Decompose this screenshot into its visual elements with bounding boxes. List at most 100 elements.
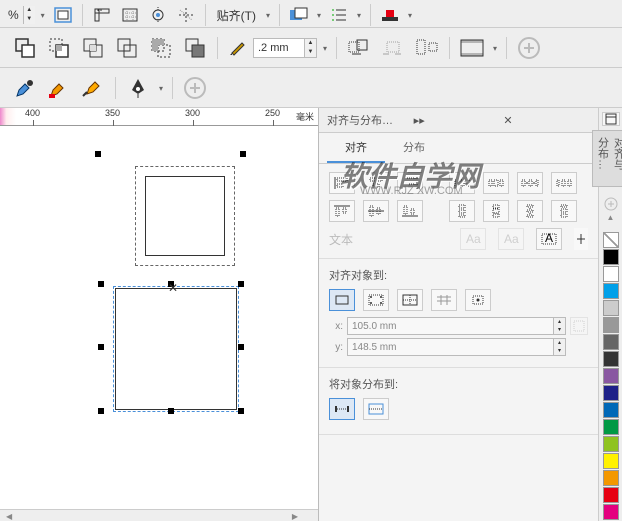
y-coordinate-input[interactable] bbox=[348, 339, 553, 355]
color-swatch[interactable] bbox=[603, 402, 619, 418]
horizontal-scrollbar[interactable]: ◀▶ bbox=[0, 509, 318, 521]
dynamic-guides-icon[interactable] bbox=[174, 3, 198, 27]
align-distribute-icon[interactable] bbox=[412, 33, 442, 63]
pen-dropdown[interactable]: ▾ bbox=[157, 81, 165, 95]
outline-pen-icon[interactable] bbox=[225, 36, 249, 60]
attributes-eyedropper-icon[interactable] bbox=[78, 73, 108, 103]
selection-handle[interactable] bbox=[168, 408, 174, 414]
color-swatch[interactable] bbox=[603, 470, 619, 486]
tab-distribute[interactable]: 分布 bbox=[385, 133, 443, 163]
checklist-dropdown[interactable]: ▾ bbox=[355, 8, 363, 22]
tab-align[interactable]: 对齐 bbox=[327, 133, 385, 163]
align-center-v-button[interactable] bbox=[363, 200, 389, 222]
selection-handle[interactable] bbox=[95, 151, 101, 157]
distribute-to-selection-button[interactable] bbox=[329, 398, 355, 420]
rulers-icon[interactable] bbox=[90, 3, 114, 27]
distribute-center-v-button[interactable] bbox=[483, 200, 509, 222]
close-panel-button[interactable]: ✕ bbox=[500, 114, 590, 127]
full-screen-icon[interactable] bbox=[51, 3, 75, 27]
align-right-button[interactable] bbox=[397, 172, 423, 194]
front-minus-back-icon[interactable] bbox=[146, 33, 176, 63]
x-spinner[interactable]: ▴▾ bbox=[553, 318, 565, 334]
align-to-page-center-button[interactable] bbox=[397, 289, 423, 311]
color-swatch[interactable] bbox=[603, 334, 619, 350]
add-palette-button[interactable] bbox=[602, 197, 620, 211]
intersect-icon[interactable] bbox=[78, 33, 108, 63]
selected-shape-bottom[interactable] bbox=[115, 288, 237, 410]
color-swatch[interactable] bbox=[603, 300, 619, 316]
snap-label[interactable]: 贴齐(T) bbox=[213, 5, 260, 26]
options-dropdown[interactable]: ▾ bbox=[315, 8, 323, 22]
outline-dropdown[interactable]: ▾ bbox=[321, 41, 329, 55]
filmstrip-dropdown[interactable]: ▾ bbox=[491, 41, 499, 55]
snap-dropdown[interactable]: ▾ bbox=[264, 8, 272, 22]
color-swatch[interactable] bbox=[603, 249, 619, 265]
filmstrip-icon[interactable] bbox=[457, 33, 487, 63]
palette-up-button[interactable]: ▲ bbox=[607, 213, 615, 222]
canvas-area[interactable]: 400 350 300 250 毫米 ✕ ◀▶ bbox=[0, 108, 318, 521]
outline-spinner[interactable]: ▲▼ bbox=[304, 39, 316, 57]
combine-icon[interactable] bbox=[10, 33, 40, 63]
dock-toggle-button[interactable] bbox=[602, 112, 620, 126]
trim-icon[interactable] bbox=[44, 33, 74, 63]
no-color-swatch[interactable] bbox=[603, 232, 619, 248]
dock-tab-align[interactable]: 对齐与分布… bbox=[592, 130, 622, 187]
rotation-handle[interactable]: ✕ bbox=[168, 281, 174, 287]
align-to-point-button[interactable] bbox=[465, 289, 491, 311]
paint-eyedropper-icon[interactable] bbox=[44, 73, 74, 103]
selection-handle[interactable] bbox=[238, 408, 244, 414]
color-swatch[interactable] bbox=[603, 368, 619, 384]
grid-icon[interactable] bbox=[118, 3, 142, 27]
color-swatch[interactable] bbox=[603, 487, 619, 503]
checklist-icon[interactable] bbox=[327, 3, 351, 27]
color-swatch[interactable] bbox=[603, 385, 619, 401]
align-bottom-button[interactable] bbox=[397, 200, 423, 222]
zoom-spinner[interactable]: ▲▼ bbox=[23, 6, 35, 24]
distribute-left-button[interactable] bbox=[449, 172, 475, 194]
align-to-page-edge-button[interactable] bbox=[363, 289, 389, 311]
add-button[interactable] bbox=[514, 33, 544, 63]
color-swatch[interactable] bbox=[603, 283, 619, 299]
collapse-button[interactable]: ▸▸ bbox=[411, 114, 501, 127]
launch-dropdown[interactable]: ▾ bbox=[406, 8, 414, 22]
color-swatch[interactable] bbox=[603, 453, 619, 469]
color-swatch[interactable] bbox=[603, 351, 619, 367]
align-left-button[interactable] bbox=[329, 172, 355, 194]
selection-handle[interactable] bbox=[98, 344, 104, 350]
color-swatch[interactable] bbox=[603, 504, 619, 520]
selection-handle[interactable] bbox=[98, 408, 104, 414]
options-icon[interactable] bbox=[287, 3, 311, 27]
x-coordinate-input[interactable] bbox=[348, 318, 553, 334]
color-swatch[interactable] bbox=[603, 436, 619, 452]
distribute-center-h-button[interactable] bbox=[483, 172, 509, 194]
align-top-button[interactable] bbox=[329, 200, 355, 222]
color-swatch[interactable] bbox=[603, 419, 619, 435]
selection-handle[interactable] bbox=[240, 151, 246, 157]
color-swatch[interactable] bbox=[603, 317, 619, 333]
convert-to-curves-icon[interactable] bbox=[344, 33, 374, 63]
simplify-icon[interactable] bbox=[112, 33, 142, 63]
outline-width-field[interactable] bbox=[254, 42, 304, 54]
outline-width-input[interactable]: ▲▼ bbox=[253, 38, 317, 58]
guides-icon[interactable] bbox=[146, 3, 170, 27]
align-to-active-button[interactable] bbox=[329, 289, 355, 311]
selection-handle[interactable] bbox=[238, 344, 244, 350]
text-bounds-button[interactable]: A bbox=[536, 228, 562, 250]
distribute-spacing-v-button[interactable] bbox=[517, 200, 543, 222]
y-spinner[interactable]: ▴▾ bbox=[553, 339, 565, 355]
add-tool-button[interactable] bbox=[180, 73, 210, 103]
launch-icon[interactable] bbox=[378, 3, 402, 27]
distribute-bottom-button[interactable] bbox=[551, 200, 577, 222]
color-swatch[interactable] bbox=[603, 266, 619, 282]
back-minus-front-icon[interactable] bbox=[180, 33, 210, 63]
distribute-to-page-button[interactable] bbox=[363, 398, 389, 420]
align-to-grid-button[interactable] bbox=[431, 289, 457, 311]
distribute-right-button[interactable] bbox=[551, 172, 577, 194]
text-outline-button[interactable] bbox=[574, 228, 588, 250]
zoom-dropdown[interactable]: ▾ bbox=[39, 8, 47, 22]
selection-handle[interactable] bbox=[238, 281, 244, 287]
pen-tool-icon[interactable] bbox=[123, 73, 153, 103]
distribute-top-button[interactable] bbox=[449, 200, 475, 222]
selection-handle[interactable] bbox=[98, 281, 104, 287]
eyedropper-icon[interactable] bbox=[10, 73, 40, 103]
